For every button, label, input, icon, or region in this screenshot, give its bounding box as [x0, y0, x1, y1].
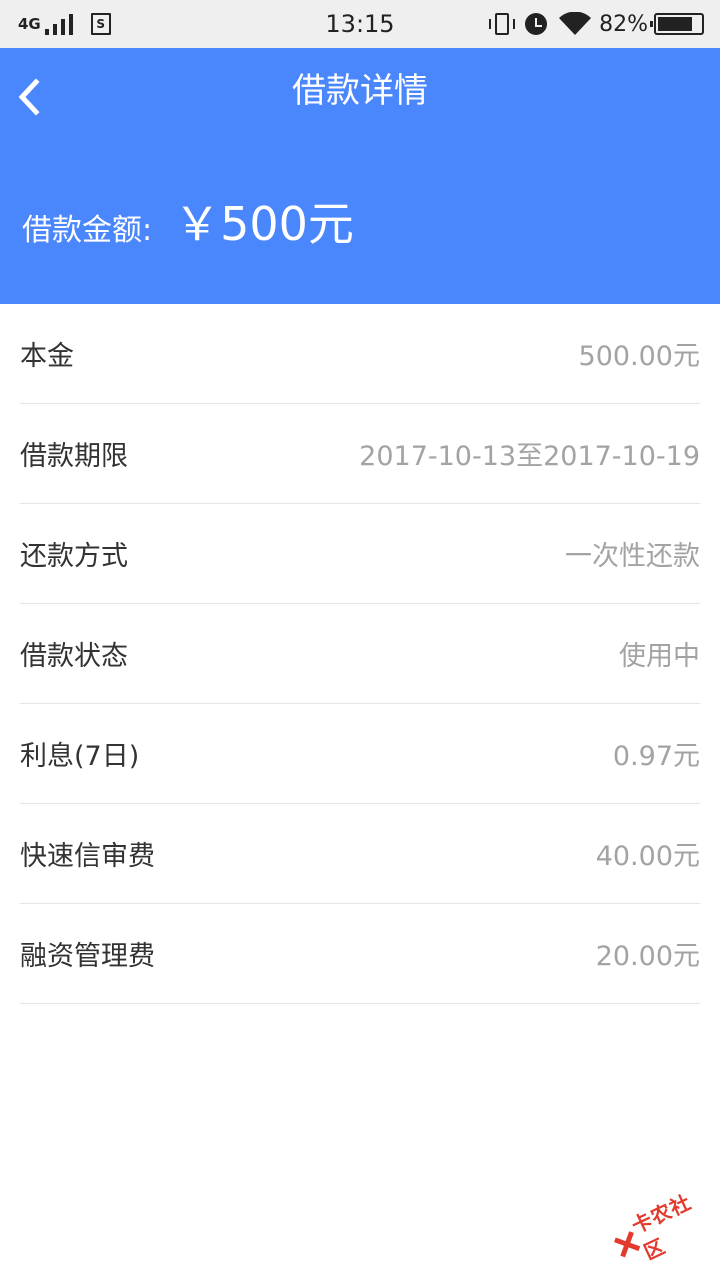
detail-row-principal: 本金 500.00元	[20, 304, 700, 404]
detail-value: 500.00元	[578, 341, 700, 372]
detail-label: 利息(7日)	[20, 741, 140, 772]
page-title: 借款详情	[292, 71, 428, 111]
status-bar: 4G S 13:15 82%	[0, 0, 720, 48]
detail-label: 借款状态	[20, 641, 128, 672]
loan-amount-value: ￥500元	[174, 197, 354, 251]
detail-label: 快速信审费	[20, 841, 155, 872]
detail-value: 0.97元	[612, 741, 700, 772]
loan-amount: 借款金额: ￥500元	[22, 188, 354, 254]
battery-icon	[650, 13, 704, 35]
header: 借款详情 借款金额: ￥500元	[0, 48, 720, 304]
wifi-icon	[559, 12, 592, 35]
watermark-logo: 卡农社区	[604, 1180, 720, 1277]
watermark-cross-icon	[612, 1231, 639, 1259]
detail-label: 融资管理费	[20, 941, 155, 972]
detail-value: 40.00元	[595, 841, 700, 872]
battery-fill	[658, 17, 693, 31]
detail-row-status: 借款状态 使用中	[20, 604, 700, 704]
vibrate-icon	[489, 13, 516, 35]
status-bar-right: 82%	[489, 0, 704, 48]
detail-value: 20.00元	[595, 941, 700, 972]
watermark-text: 卡农社区	[627, 1189, 696, 1265]
detail-label: 借款期限	[20, 441, 128, 472]
detail-label: 还款方式	[20, 541, 128, 572]
loan-detail-list: 本金 500.00元 借款期限 2017-10-13至2017-10-19 还款…	[20, 304, 700, 1004]
alarm-icon	[525, 13, 548, 35]
detail-row-repayment-method: 还款方式 一次性还款	[20, 504, 700, 604]
battery-percent: 82%	[599, 11, 648, 37]
detail-row-interest: 利息(7日) 0.97元	[20, 704, 700, 804]
detail-row-term: 借款期限 2017-10-13至2017-10-19	[20, 404, 700, 504]
detail-value: 使用中	[619, 641, 700, 672]
detail-value: 2017-10-13至2017-10-19	[359, 441, 700, 472]
detail-row-review-fee: 快速信审费 40.00元	[20, 804, 700, 904]
detail-label: 本金	[20, 341, 74, 372]
detail-row-management-fee: 融资管理费 20.00元	[20, 904, 700, 1004]
detail-value: 一次性还款	[565, 541, 700, 572]
loan-amount-label: 借款金额:	[22, 213, 153, 248]
